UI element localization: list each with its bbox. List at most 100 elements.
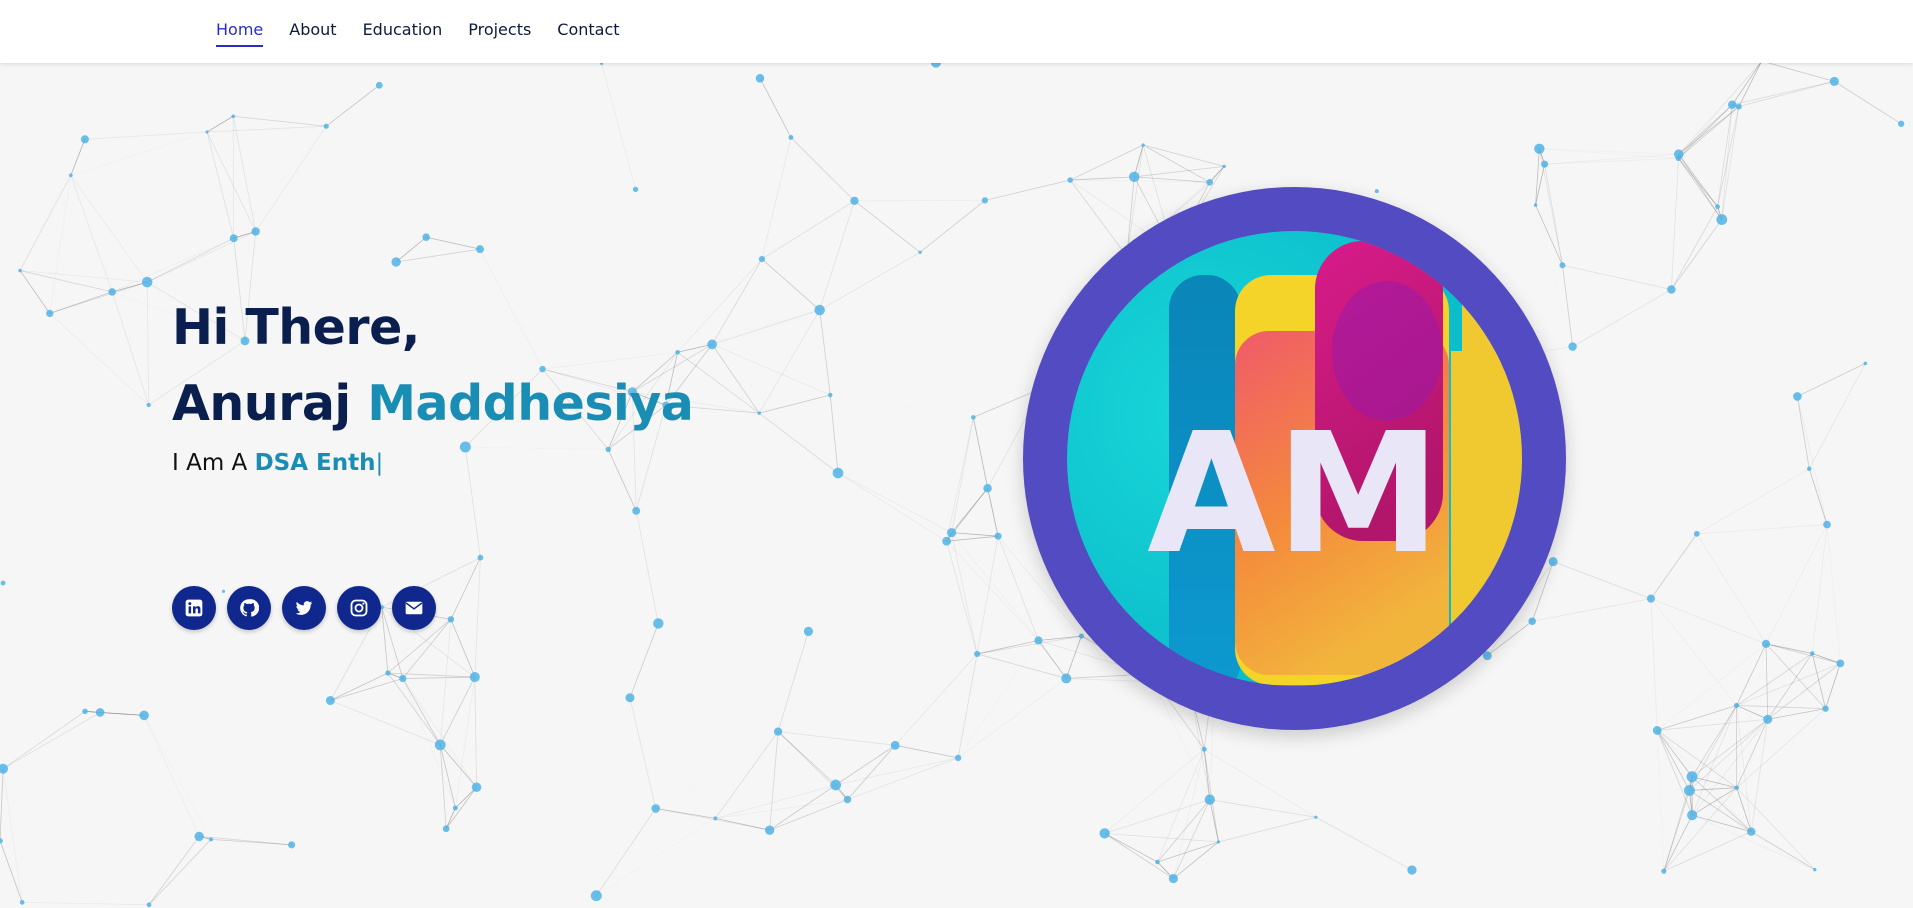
particle-link bbox=[778, 731, 896, 746]
particle-link bbox=[19, 270, 51, 314]
particle-dot bbox=[1314, 815, 1318, 819]
particle-link bbox=[1142, 144, 1210, 183]
email-button[interactable] bbox=[392, 586, 436, 630]
nav-projects[interactable]: Projects bbox=[468, 20, 531, 47]
particle-dot bbox=[477, 554, 484, 561]
particle-dot bbox=[1661, 868, 1667, 874]
particle-dot bbox=[773, 727, 783, 736]
particle-dot bbox=[1898, 120, 1905, 127]
envelope-icon bbox=[405, 601, 423, 615]
particle-link bbox=[711, 258, 763, 345]
particle-link bbox=[1553, 534, 1697, 562]
particle-dot bbox=[828, 392, 833, 398]
particle-link bbox=[1209, 799, 1316, 818]
particle-dot bbox=[954, 754, 962, 762]
nav-about[interactable]: About bbox=[289, 20, 336, 47]
nav-home[interactable]: Home bbox=[216, 20, 264, 47]
particle-link bbox=[997, 536, 1039, 641]
nav-education[interactable]: Education bbox=[363, 20, 443, 47]
typing-role: DSA Enth bbox=[254, 450, 376, 476]
github-button[interactable] bbox=[227, 586, 271, 630]
particle-dot bbox=[764, 825, 775, 835]
instagram-button[interactable] bbox=[337, 586, 381, 630]
particle-link bbox=[958, 640, 1038, 757]
particle-dot bbox=[1528, 617, 1537, 626]
particle-link bbox=[837, 472, 952, 534]
particle-link bbox=[1765, 643, 1826, 709]
particle-dot bbox=[205, 130, 209, 134]
particle-link bbox=[148, 839, 212, 906]
particle-link bbox=[49, 175, 72, 314]
particle-dot bbox=[1206, 178, 1214, 186]
particle-link bbox=[207, 125, 327, 133]
particle-link bbox=[976, 536, 999, 654]
nav-contact[interactable]: Contact bbox=[557, 20, 619, 47]
particle-link bbox=[1678, 104, 1733, 155]
particle-link bbox=[402, 676, 475, 679]
particle-link bbox=[1736, 643, 1767, 706]
particle-dot bbox=[18, 268, 22, 273]
particle-dot bbox=[1686, 771, 1698, 783]
name-heading: Anuraj Maddhesiya bbox=[172, 366, 694, 442]
particle-dot bbox=[758, 255, 766, 263]
particle-link bbox=[330, 678, 403, 701]
linkedin-button[interactable] bbox=[172, 586, 216, 630]
particle-link bbox=[1761, 60, 1835, 82]
particle-dot bbox=[713, 816, 718, 821]
particle-dot bbox=[757, 411, 761, 415]
particle-link bbox=[1736, 705, 1752, 832]
particle-link bbox=[1204, 748, 1317, 818]
particle-link bbox=[977, 653, 1067, 679]
twitter-icon bbox=[295, 601, 313, 615]
particle-link bbox=[1765, 643, 1841, 664]
particle-link bbox=[629, 697, 657, 809]
particle-link bbox=[232, 116, 257, 232]
particle-dot bbox=[141, 276, 153, 288]
particle-link bbox=[206, 115, 234, 133]
particle-link bbox=[830, 395, 973, 417]
particle-link bbox=[1808, 363, 1866, 469]
particle-dot bbox=[325, 696, 335, 706]
particle-link bbox=[1663, 831, 1752, 872]
particle-link bbox=[111, 237, 234, 293]
hero-text: Hi There, Anuraj Maddhesiya I Am A DSA E… bbox=[172, 290, 694, 476]
particle-link bbox=[1157, 799, 1211, 863]
particle-dot bbox=[942, 536, 951, 546]
particle-dot bbox=[1683, 784, 1695, 796]
particle-dot bbox=[1733, 702, 1740, 709]
particle-dot bbox=[1034, 636, 1043, 645]
particle-link bbox=[143, 715, 200, 837]
particle-link bbox=[837, 472, 947, 542]
particle-link bbox=[1656, 730, 1693, 777]
particle-link bbox=[1736, 705, 1826, 710]
particle-dot bbox=[0, 838, 3, 844]
particle-link bbox=[325, 84, 380, 127]
particle-dot bbox=[1129, 171, 1140, 183]
particle-dot bbox=[194, 831, 204, 842]
particle-link bbox=[1812, 653, 1841, 664]
greeting-heading: Hi There, bbox=[172, 290, 693, 366]
particle-dot bbox=[890, 740, 900, 750]
particle-link bbox=[147, 237, 234, 283]
particle-link bbox=[326, 126, 426, 237]
particle-link bbox=[1315, 816, 1413, 871]
particle-link bbox=[1692, 814, 1815, 871]
particle-dot bbox=[385, 670, 391, 676]
particle-dot bbox=[1374, 189, 1379, 194]
particle-dot bbox=[814, 304, 825, 316]
twitter-button[interactable] bbox=[282, 586, 326, 630]
particle-dot bbox=[1727, 100, 1737, 110]
particle-dot bbox=[832, 467, 844, 479]
particle-dot bbox=[0, 763, 9, 774]
linkedin-icon bbox=[185, 599, 203, 617]
avatar-initials: AM bbox=[1147, 398, 1441, 591]
particle-link bbox=[1657, 730, 1664, 871]
particle-link bbox=[0, 768, 4, 841]
last-name: Maddhesiya bbox=[367, 375, 694, 432]
particle-dot bbox=[1675, 155, 1682, 162]
navbar: Home About Education Projects Contact bbox=[0, 0, 1913, 63]
particle-link bbox=[20, 139, 85, 270]
particle-dot bbox=[391, 257, 401, 267]
particle-link bbox=[2, 712, 101, 770]
particle-link bbox=[234, 126, 327, 238]
